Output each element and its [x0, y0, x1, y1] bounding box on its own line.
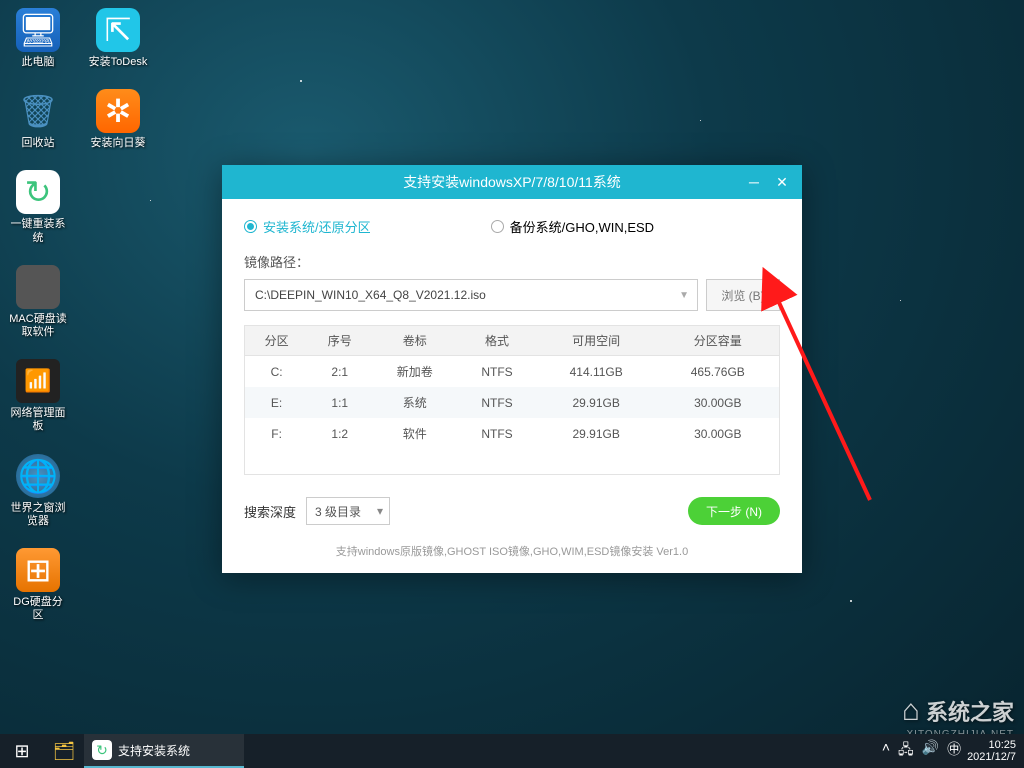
col-header[interactable]: 可用空间	[536, 326, 657, 356]
tray-ime-icon[interactable]: ㊥	[947, 739, 961, 763]
tray-network-icon[interactable]: 🖧	[898, 739, 914, 763]
desktop-icon-label: MAC硬盘读取软件	[8, 313, 68, 339]
installer-title: 支持安装windowsXP/7/8/10/11系统	[403, 172, 621, 192]
col-header[interactable]: 格式	[458, 326, 536, 356]
todesk-icon: ⇱	[96, 8, 140, 52]
image-path-label: 镜像路径：	[244, 252, 780, 271]
taskbar-app-installer[interactable]: ↻ 支持安装系统	[84, 734, 244, 768]
partition-table-wrap: 分区序号卷标格式可用空间分区容量 C:2:1新加卷NTFS414.11GB465…	[244, 325, 780, 475]
search-depth-value: 3 级目录	[315, 503, 361, 520]
col-header[interactable]: 分区容量	[657, 326, 779, 356]
desktop-icon-label: 世界之窗浏览器	[8, 502, 68, 528]
cell-idx: 1:2	[308, 418, 371, 449]
browse-button[interactable]: 浏览 (B)	[706, 279, 780, 311]
sunflower-icon: ✲	[96, 89, 140, 133]
footer-note: 支持windows原版镜像,GHOST ISO镜像,GHO,WIM,ESD镜像安…	[244, 543, 780, 559]
desktop-icon-label: 此电脑	[22, 56, 55, 69]
cell-idx: 1:1	[308, 387, 371, 418]
search-depth-label: 搜索深度	[244, 502, 296, 521]
desktop-icon-todesk[interactable]: ⇱ 安装ToDesk	[88, 8, 148, 69]
desktop-icon-dg-partition[interactable]: ⊞ DG硬盘分区	[8, 548, 68, 622]
table-row[interactable]: E:1:1系统NTFS29.91GB30.00GB	[245, 387, 779, 418]
desktop-icon-label: 网络管理面板	[8, 407, 68, 433]
desktop-icon-label: 回收站	[22, 137, 55, 150]
search-depth-select[interactable]: 3 级目录	[306, 497, 390, 525]
cell-idx: 2:1	[308, 356, 371, 388]
desktop-icon-this-pc[interactable]: 🖥 此电脑	[8, 8, 68, 69]
one-click-reinstall-icon: ↻	[16, 170, 60, 214]
col-header[interactable]: 卷标	[371, 326, 458, 356]
cell-fmt: NTFS	[458, 387, 536, 418]
radio-dot-icon	[491, 220, 504, 233]
cell-free: 414.11GB	[536, 356, 657, 388]
clock-date: 2021/12/7	[967, 751, 1016, 763]
app-icon: ↻	[92, 740, 112, 760]
desktop-icon-world-browser[interactable]: 🌐 世界之窗浏览器	[8, 454, 68, 528]
cell-label: 系统	[371, 387, 458, 418]
system-tray: ˄ 🖧 🔊 ㊥ 10:25 2021/12/7	[882, 739, 1024, 763]
radio-backup-label: 备份系统/GHO,WIN,ESD	[510, 217, 654, 236]
cell-cap: 30.00GB	[657, 418, 779, 449]
house-icon: ⌂	[902, 694, 920, 728]
this-pc-icon: 🖥	[16, 8, 60, 52]
recycle-bin-icon: 🗑	[16, 89, 60, 133]
image-path-input[interactable]: C:\DEEPIN_WIN10_X64_Q8_V2021.12.iso ▼	[244, 279, 698, 311]
cell-label: 新加卷	[371, 356, 458, 388]
watermark-text: 系统之家	[926, 695, 1014, 727]
taskbar-app-label: 支持安装系统	[118, 742, 190, 759]
desktop-icons-area: 🖥 此电脑 ⇱ 安装ToDesk 🗑 回收站 ✲ 安装向日葵 ↻ 一键重装系统 MAC硬盘读取软件 📶…	[8, 8, 148, 622]
desktop-icon-label: 一键重装系统	[8, 218, 68, 244]
watermark: ⌂ 系统之家 XITONGZHIJIA.NET	[902, 694, 1014, 728]
installer-titlebar[interactable]: 支持安装windowsXP/7/8/10/11系统 ─ ✕	[222, 165, 802, 199]
next-button[interactable]: 下一步 (N)	[688, 497, 780, 525]
desktop-icon-label: 安装ToDesk	[89, 56, 148, 69]
image-path-value: C:\DEEPIN_WIN10_X64_Q8_V2021.12.iso	[255, 288, 486, 302]
radio-install-label: 安装系统/还原分区	[263, 217, 371, 236]
table-row[interactable]: F:1:2软件NTFS29.91GB30.00GB	[245, 418, 779, 449]
minimize-button[interactable]: ─	[740, 165, 768, 199]
chevron-down-icon: ▼	[679, 290, 689, 301]
desktop-icon-label: DG硬盘分区	[8, 596, 68, 622]
col-header[interactable]: 分区	[245, 326, 308, 356]
clock-time: 10:25	[967, 739, 1016, 751]
close-button[interactable]: ✕	[768, 165, 796, 199]
desktop-icon-recycle-bin[interactable]: 🗑 回收站	[8, 89, 68, 150]
tray-volume-icon[interactable]: 🔊	[922, 739, 939, 763]
cell-fmt: NTFS	[458, 418, 536, 449]
tray-up-icon[interactable]: ˄	[882, 739, 890, 763]
desktop-icon-network-panel[interactable]: 📶 网络管理面板	[8, 359, 68, 433]
cell-drive: E:	[245, 387, 308, 418]
world-browser-icon: 🌐	[16, 454, 60, 498]
taskbar-clock[interactable]: 10:25 2021/12/7	[967, 739, 1016, 763]
desktop-icon-one-click-reinstall[interactable]: ↻ 一键重装系统	[8, 170, 68, 244]
cell-fmt: NTFS	[458, 356, 536, 388]
cell-free: 29.91GB	[536, 418, 657, 449]
radio-install-restore[interactable]: 安装系统/还原分区	[244, 217, 371, 236]
desktop-icon-sunflower[interactable]: ✲ 安装向日葵	[88, 89, 148, 150]
taskbar: ⊞ 🗂 ↻ 支持安装系统 ˄ 🖧 🔊 ㊥ 10:25 2021/12/7	[0, 734, 1024, 768]
cell-drive: C:	[245, 356, 308, 388]
cell-label: 软件	[371, 418, 458, 449]
cell-free: 29.91GB	[536, 387, 657, 418]
desktop-icon-mac-disk[interactable]: MAC硬盘读取软件	[8, 265, 68, 339]
installer-window: 支持安装windowsXP/7/8/10/11系统 ─ ✕ 安装系统/还原分区 …	[222, 165, 802, 573]
mac-disk-icon	[16, 265, 60, 309]
cell-cap: 30.00GB	[657, 387, 779, 418]
cell-cap: 465.76GB	[657, 356, 779, 388]
partition-table[interactable]: 分区序号卷标格式可用空间分区容量 C:2:1新加卷NTFS414.11GB465…	[245, 326, 779, 449]
desktop-icon-label: 安装向日葵	[91, 137, 146, 150]
start-button[interactable]: ⊞	[0, 734, 44, 768]
file-explorer-button[interactable]: 🗂	[44, 734, 84, 768]
dg-partition-icon: ⊞	[16, 548, 60, 592]
radio-dot-icon	[244, 220, 257, 233]
table-row[interactable]: C:2:1新加卷NTFS414.11GB465.76GB	[245, 356, 779, 388]
radio-backup[interactable]: 备份系统/GHO,WIN,ESD	[491, 217, 654, 236]
cell-drive: F:	[245, 418, 308, 449]
col-header[interactable]: 序号	[308, 326, 371, 356]
network-panel-icon: 📶	[16, 359, 60, 403]
